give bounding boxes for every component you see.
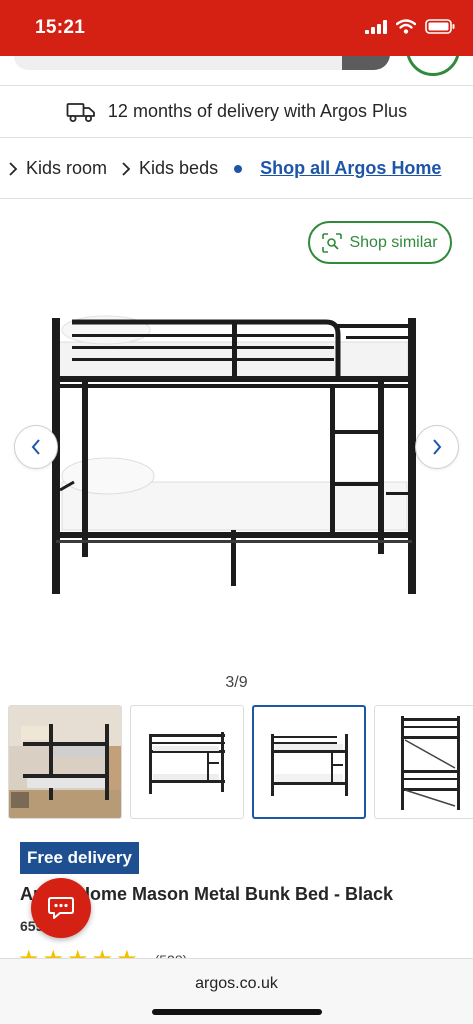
- search-area: [0, 56, 473, 86]
- trolley-button[interactable]: [406, 56, 460, 76]
- status-time: 15:21: [35, 17, 86, 38]
- signal-icon: [365, 19, 387, 34]
- status-icons: [365, 19, 455, 34]
- chevron-left-icon: [31, 439, 40, 455]
- battery-icon: [425, 19, 455, 34]
- chevron-right-icon: [433, 439, 442, 455]
- browser-url[interactable]: argos.co.uk: [0, 975, 473, 993]
- chat-icon: [48, 897, 74, 919]
- breadcrumb-dot: [234, 164, 243, 173]
- thumbnail-bunk-bed-angle[interactable]: [130, 705, 244, 819]
- thumbnail-bunk-bed-front[interactable]: [252, 705, 366, 819]
- thumbnail-image: [9, 706, 121, 818]
- status-bar: 15:21: [0, 0, 473, 56]
- thumbnail-image: [271, 734, 348, 796]
- delivery-banner[interactable]: 12 months of delivery with Argos Plus: [0, 86, 473, 138]
- shop-similar-label: Shop similar: [349, 233, 438, 251]
- thumbnail-strip: [8, 705, 473, 819]
- delivery-banner-text: 12 months of delivery with Argos Plus: [107, 101, 408, 121]
- breadcrumb-label: Kids beds: [139, 158, 219, 178]
- search-button[interactable]: [342, 56, 390, 70]
- product-main-image[interactable]: [46, 300, 428, 610]
- thumbnail-image: [401, 716, 460, 810]
- home-indicator[interactable]: [152, 1009, 322, 1015]
- chat-button[interactable]: [31, 878, 91, 938]
- breadcrumb-item-kids-beds[interactable]: Kids beds: [121, 158, 218, 179]
- search-input[interactable]: [14, 56, 354, 70]
- visual-search-icon: [322, 232, 343, 253]
- shop-similar-button[interactable]: Shop similar: [308, 221, 452, 264]
- truck-icon: [66, 102, 95, 122]
- breadcrumb-label: Kids room: [26, 158, 108, 178]
- browser-bar: argos.co.uk: [0, 958, 473, 1024]
- thumbnail-bunk-bed-side[interactable]: [374, 705, 473, 819]
- chevron-right-icon: [122, 161, 131, 176]
- breadcrumb-item-kids-room[interactable]: Kids room: [8, 158, 107, 179]
- chevron-right-icon: [9, 161, 18, 176]
- breadcrumb: Kids room Kids beds Shop all Argos Home: [0, 139, 473, 199]
- free-delivery-badge: Free delivery: [20, 842, 139, 874]
- image-counter: 3/9: [225, 674, 248, 691]
- thumbnail-image: [149, 732, 225, 794]
- next-image-button[interactable]: [415, 425, 459, 469]
- wifi-icon: [396, 19, 416, 34]
- thumbnail-room-photo[interactable]: [8, 705, 122, 819]
- previous-image-button[interactable]: [14, 425, 58, 469]
- shop-all-argos-home-link[interactable]: Shop all Argos Home: [260, 158, 441, 179]
